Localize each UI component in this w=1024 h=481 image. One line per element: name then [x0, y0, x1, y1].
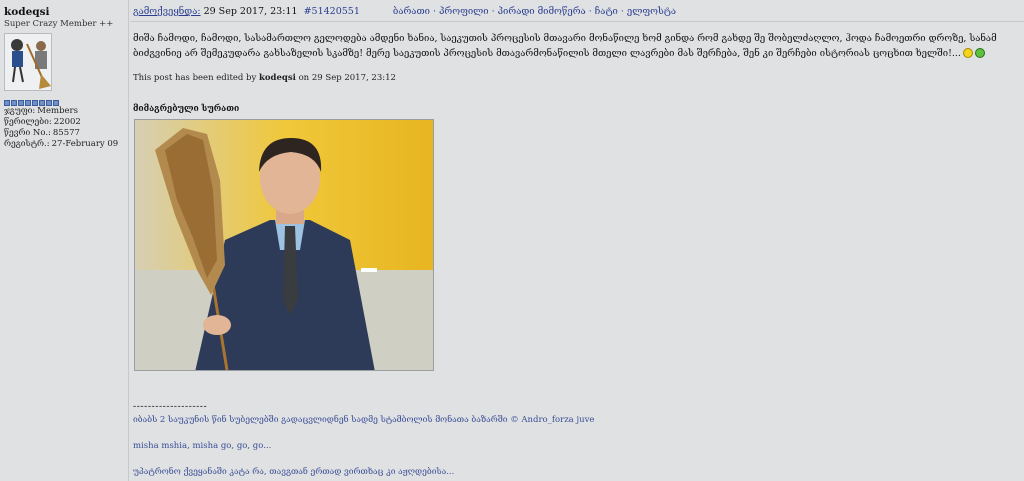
- stat-group: ჯგუფი: Members: [4, 106, 128, 117]
- post-id-link[interactable]: #51420551: [304, 6, 360, 17]
- smiley-icon: [962, 48, 973, 58]
- edit-notice-user: kodeqsi: [258, 73, 296, 83]
- avatar[interactable]: [4, 33, 52, 91]
- stat-value: 22002: [53, 117, 81, 127]
- stat-member-no: წევრი No.: 85577: [4, 128, 128, 139]
- signature-line: misha mshia, misha go, go, go...: [133, 441, 272, 451]
- stat-label: წერილები:: [4, 117, 52, 127]
- post-date: 29 Sep 2017, 23:11: [203, 6, 298, 17]
- user-action-links[interactable]: ბარათი · პროფილი · პირადი მიმოწერა · ჩატ…: [393, 6, 676, 17]
- user-title: Super Crazy Member ++: [4, 19, 114, 29]
- stat-value: 27-February 09: [51, 139, 119, 149]
- signature-line: უპატრონო ქვეყანაში კატა რა, თავგთან ერთა…: [133, 467, 455, 477]
- edit-notice: This post has been edited by kodeqsi on …: [133, 73, 1018, 83]
- stat-label: წევრი No.:: [4, 128, 51, 138]
- user-info-panel: kodeqsi Super Crazy Member ++ ჯგუფი: Memb…: [0, 0, 129, 481]
- stat-value: 85577: [52, 128, 80, 138]
- edit-notice-prefix: This post has been edited by: [133, 73, 257, 83]
- edit-notice-suffix: on 29 Sep 2017, 23:12: [298, 73, 396, 83]
- post-header: გამოქვეყნდა: 29 Sep 2017, 23:11 #5142055…: [130, 0, 1024, 22]
- post-message: მიშა ჩამოდი, ჩამოდი, სასამართლო გელოდება…: [133, 31, 1018, 61]
- smiley-green-icon: [974, 48, 985, 58]
- post-permalink[interactable]: გამოქვეყნდა:: [133, 6, 201, 17]
- post-message-text: მიშა ჩამოდი, ჩამოდი, სასამართლო გელოდება…: [133, 33, 997, 59]
- attachment-title: მიმაგრებული სურათი: [133, 104, 240, 114]
- signature-divider: --------------------: [133, 401, 208, 412]
- signature-line: იბაბს 2 საუკუნის წინ სუბელებში გადაცვლიდ…: [133, 415, 595, 425]
- stat-posts: წერილები: 22002: [4, 117, 128, 128]
- attached-image[interactable]: [134, 119, 434, 371]
- stat-label: ჯგუფი:: [4, 106, 36, 116]
- post-body: მიშა ჩამოდი, ჩამოდი, სასამართლო გელოდება…: [130, 23, 1024, 481]
- stat-label: რეგისტრ.:: [4, 139, 50, 149]
- username[interactable]: kodeqsi: [4, 6, 128, 18]
- stat-registered: რეგისტრ.: 27-February 09: [4, 139, 128, 150]
- stat-value: Members: [37, 106, 78, 116]
